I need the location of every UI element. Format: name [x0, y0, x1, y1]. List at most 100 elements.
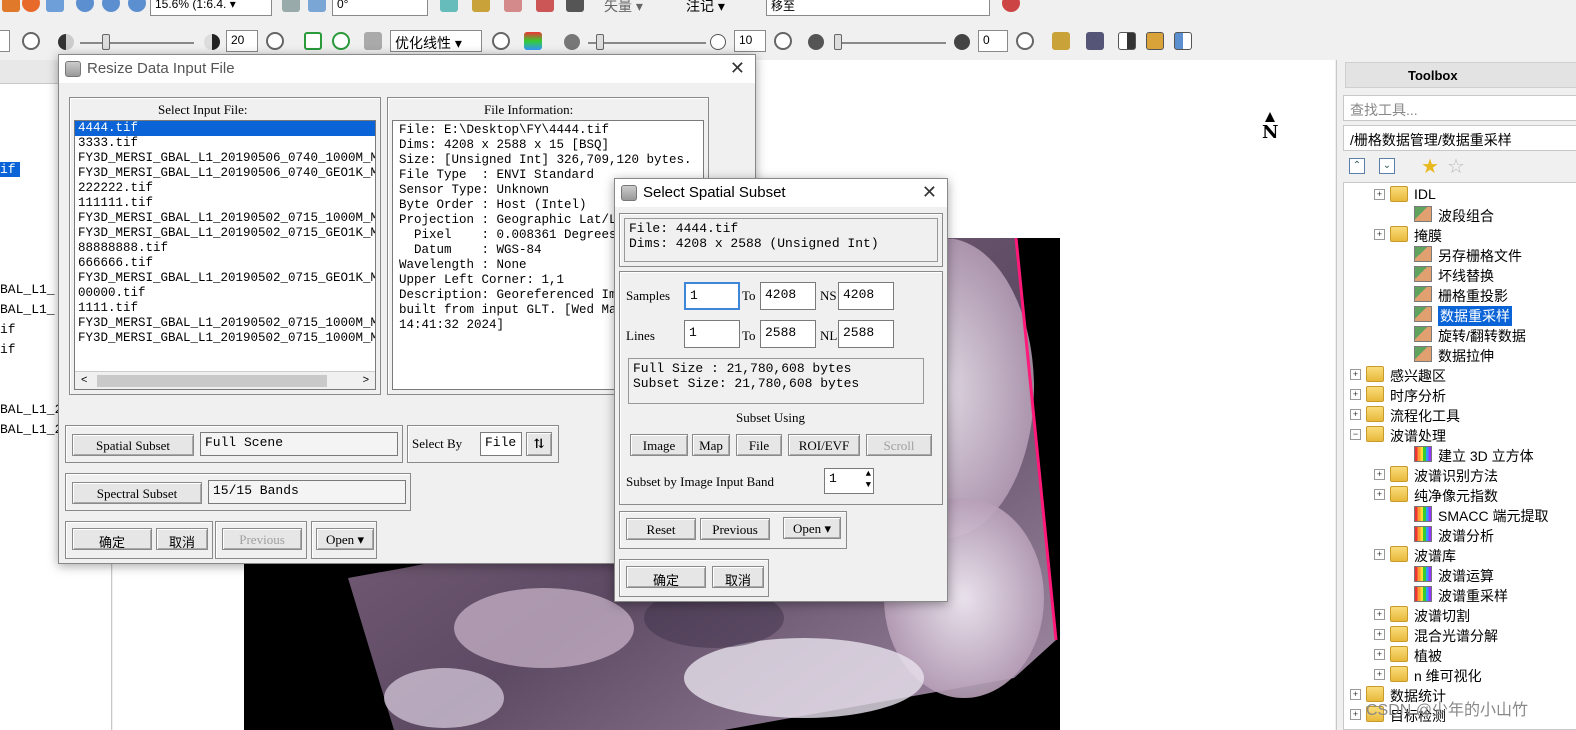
expand-icon[interactable]: +	[1374, 669, 1385, 680]
toolbox-tree-item[interactable]: + 波谱切割	[1344, 605, 1576, 625]
toolbox-tree-item[interactable]: − 波谱处理	[1344, 425, 1576, 445]
file-list-item[interactable]: 111111.tif	[75, 196, 375, 211]
go-to-select[interactable]: 移至	[766, 0, 990, 16]
stretch-select[interactable]: 优化线性 ▾	[390, 30, 482, 52]
file-list-item[interactable]: FY3D_MERSI_GBAL_L1_20190502_0715_1000M_M…	[75, 316, 375, 331]
zoom-out-icon[interactable]	[102, 0, 120, 12]
lines-from-input[interactable]: 1	[684, 320, 740, 348]
expand-all-icon[interactable]: ⌄	[1379, 158, 1395, 174]
contrast-field[interactable]: 20	[226, 30, 258, 52]
collapse-all-icon[interactable]: ⌃	[1349, 158, 1365, 174]
toolbox-tree-item[interactable]: 波段组合	[1344, 205, 1576, 225]
toolbox-tree-item[interactable]: + 时序分析	[1344, 385, 1576, 405]
sharpen-field[interactable]: 10	[734, 30, 766, 52]
toolbox-tree-item[interactable]: 数据拉伸	[1344, 345, 1576, 365]
expand-icon[interactable]: +	[1374, 229, 1385, 240]
toolbox-tree-item[interactable]: + 纯净像元指数	[1344, 485, 1576, 505]
file-list-item[interactable]: FY3D_MERSI_GBAL_L1_20190502_0715_GEO1K_M…	[75, 271, 375, 286]
layer-item[interactable]: BAL_L1_2	[0, 402, 62, 417]
crosshair-icon[interactable]	[472, 0, 490, 12]
toolbox-tree-item[interactable]: 波谱重采样	[1344, 585, 1576, 605]
layer-item-selected[interactable]: if	[0, 162, 20, 177]
reset-stretch-icon[interactable]	[492, 32, 510, 50]
pan-icon[interactable]	[308, 0, 326, 12]
transparency-field[interactable]: 0	[978, 30, 1008, 52]
expand-icon[interactable]: +	[1350, 689, 1361, 700]
file-list-item[interactable]: 222222.tif	[75, 181, 375, 196]
subset-image-button[interactable]: Image	[630, 434, 688, 456]
scroll-right-icon[interactable]: >	[363, 374, 369, 386]
scroll-left-icon[interactable]: <	[81, 374, 87, 386]
close-icon[interactable]: ✕	[922, 182, 937, 203]
spatial-subset-button[interactable]: Spatial Subset	[72, 434, 194, 456]
flicker-icon[interactable]	[1146, 32, 1164, 50]
file-list-item[interactable]: FY3D_MERSI_GBAL_L1_20190502_0715_1000M_M…	[75, 211, 375, 226]
cancel-button[interactable]: 取消	[156, 528, 208, 550]
brightness-slider[interactable]	[80, 42, 194, 44]
layer-item[interactable]: BAL_L1_	[0, 302, 55, 317]
rotate-icon[interactable]	[22, 0, 40, 12]
brightness-slider-thumb[interactable]	[102, 34, 110, 50]
blend-icon[interactable]	[1174, 32, 1192, 50]
roi-icon[interactable]	[536, 0, 554, 12]
toolbox-tree-item[interactable]: + 掩膜	[1344, 225, 1576, 245]
toolbox-tree-item[interactable]: SMACC 端元提取	[1344, 505, 1576, 525]
file-list-item[interactable]: 1111.tif	[75, 301, 375, 316]
zoom-in-icon[interactable]	[76, 0, 94, 12]
collapse-icon[interactable]: −	[1350, 429, 1361, 440]
refresh-icon[interactable]	[2, 0, 20, 12]
file-list-item[interactable]: FY3D_MERSI_GBAL_L1_20190506_0740_GEO1K_M…	[75, 166, 375, 181]
layer-item[interactable]: if	[0, 322, 16, 337]
expand-icon[interactable]: +	[1374, 649, 1385, 660]
zoom-level-select[interactable]: 15.6% (1:6.4. ▾	[150, 0, 272, 16]
file-list-item[interactable]: 666666.tif	[75, 256, 375, 271]
expand-icon[interactable]: +	[1374, 609, 1385, 620]
toolbox-search-input[interactable]: 查找工具...	[1343, 95, 1576, 121]
favorite-star-icon[interactable]: ★	[1421, 154, 1439, 179]
cancel-button[interactable]: 取消	[712, 566, 764, 588]
file-list-item[interactable]: FY3D_MERSI_GBAL_L1_20190502_0715_GEO1K_M…	[75, 226, 375, 241]
previous-button[interactable]: Previous	[700, 518, 770, 540]
samples-to-input[interactable]: 4208	[760, 282, 816, 310]
stretch-icon[interactable]	[364, 32, 382, 50]
open-menu-button[interactable]: Open ▾	[783, 517, 841, 539]
toolbox-tree-item[interactable]: + n 维可视化	[1344, 665, 1576, 685]
reset-contrast-icon[interactable]	[266, 32, 284, 50]
toolbox-tree-item[interactable]: + 流程化工具	[1344, 405, 1576, 425]
sharpen-slider-thumb[interactable]	[596, 34, 604, 50]
reset-button[interactable]: Reset	[626, 518, 696, 540]
expand-icon[interactable]: +	[1374, 549, 1385, 560]
toolbox-tree-item[interactable]: + 植被	[1344, 645, 1576, 665]
toolbox-tree-item[interactable]: 栅格重投影	[1344, 285, 1576, 305]
close-icon[interactable]: ✕	[730, 58, 745, 79]
band-spinner-input[interactable]: 1 ▲ ▼	[824, 468, 874, 494]
nl-input[interactable]: 2588	[838, 320, 894, 348]
file-list-hscrollbar[interactable]: < >	[75, 371, 375, 389]
zoom-icon[interactable]	[128, 0, 146, 12]
toolbox-tree-item[interactable]: 波谱运算	[1344, 565, 1576, 585]
ok-button[interactable]: 确定	[72, 528, 152, 550]
swipe-icon[interactable]	[1118, 32, 1136, 50]
expand-icon[interactable]: +	[1350, 409, 1361, 420]
toolbox-tree-item[interactable]: + IDL	[1344, 185, 1576, 205]
samples-from-input[interactable]: 1	[684, 282, 740, 310]
file-list-item[interactable]: 4444.tif	[75, 121, 375, 136]
toolbox-tree-item[interactable]: 坏线替换	[1344, 265, 1576, 285]
layer-item[interactable]: BAL_L1_2	[0, 422, 62, 437]
expand-icon[interactable]: +	[1374, 469, 1385, 480]
reset-transparency-icon[interactable]	[1016, 32, 1034, 50]
transparency-slider[interactable]	[834, 42, 946, 44]
vector-menu[interactable]: 矢量 ▾	[604, 0, 643, 16]
histogram-icon[interactable]	[524, 32, 542, 50]
toolbox-tree-item[interactable]: 建立 3D 立方体	[1344, 445, 1576, 465]
select-by-field[interactable]: File	[480, 432, 522, 456]
ruler-icon[interactable]	[1052, 32, 1070, 50]
ok-button[interactable]: 确定	[626, 566, 706, 588]
zoom-fit-icon[interactable]	[46, 0, 64, 12]
subset-scroll-button[interactable]: Scroll	[866, 434, 932, 456]
scroll-thumb[interactable]	[97, 375, 327, 387]
go-to-icon[interactable]	[1002, 0, 1020, 12]
toolbox-tree-item[interactable]: + 波谱识别方法	[1344, 465, 1576, 485]
expand-icon[interactable]: +	[1350, 369, 1361, 380]
subset-map-button[interactable]: Map	[692, 434, 730, 456]
